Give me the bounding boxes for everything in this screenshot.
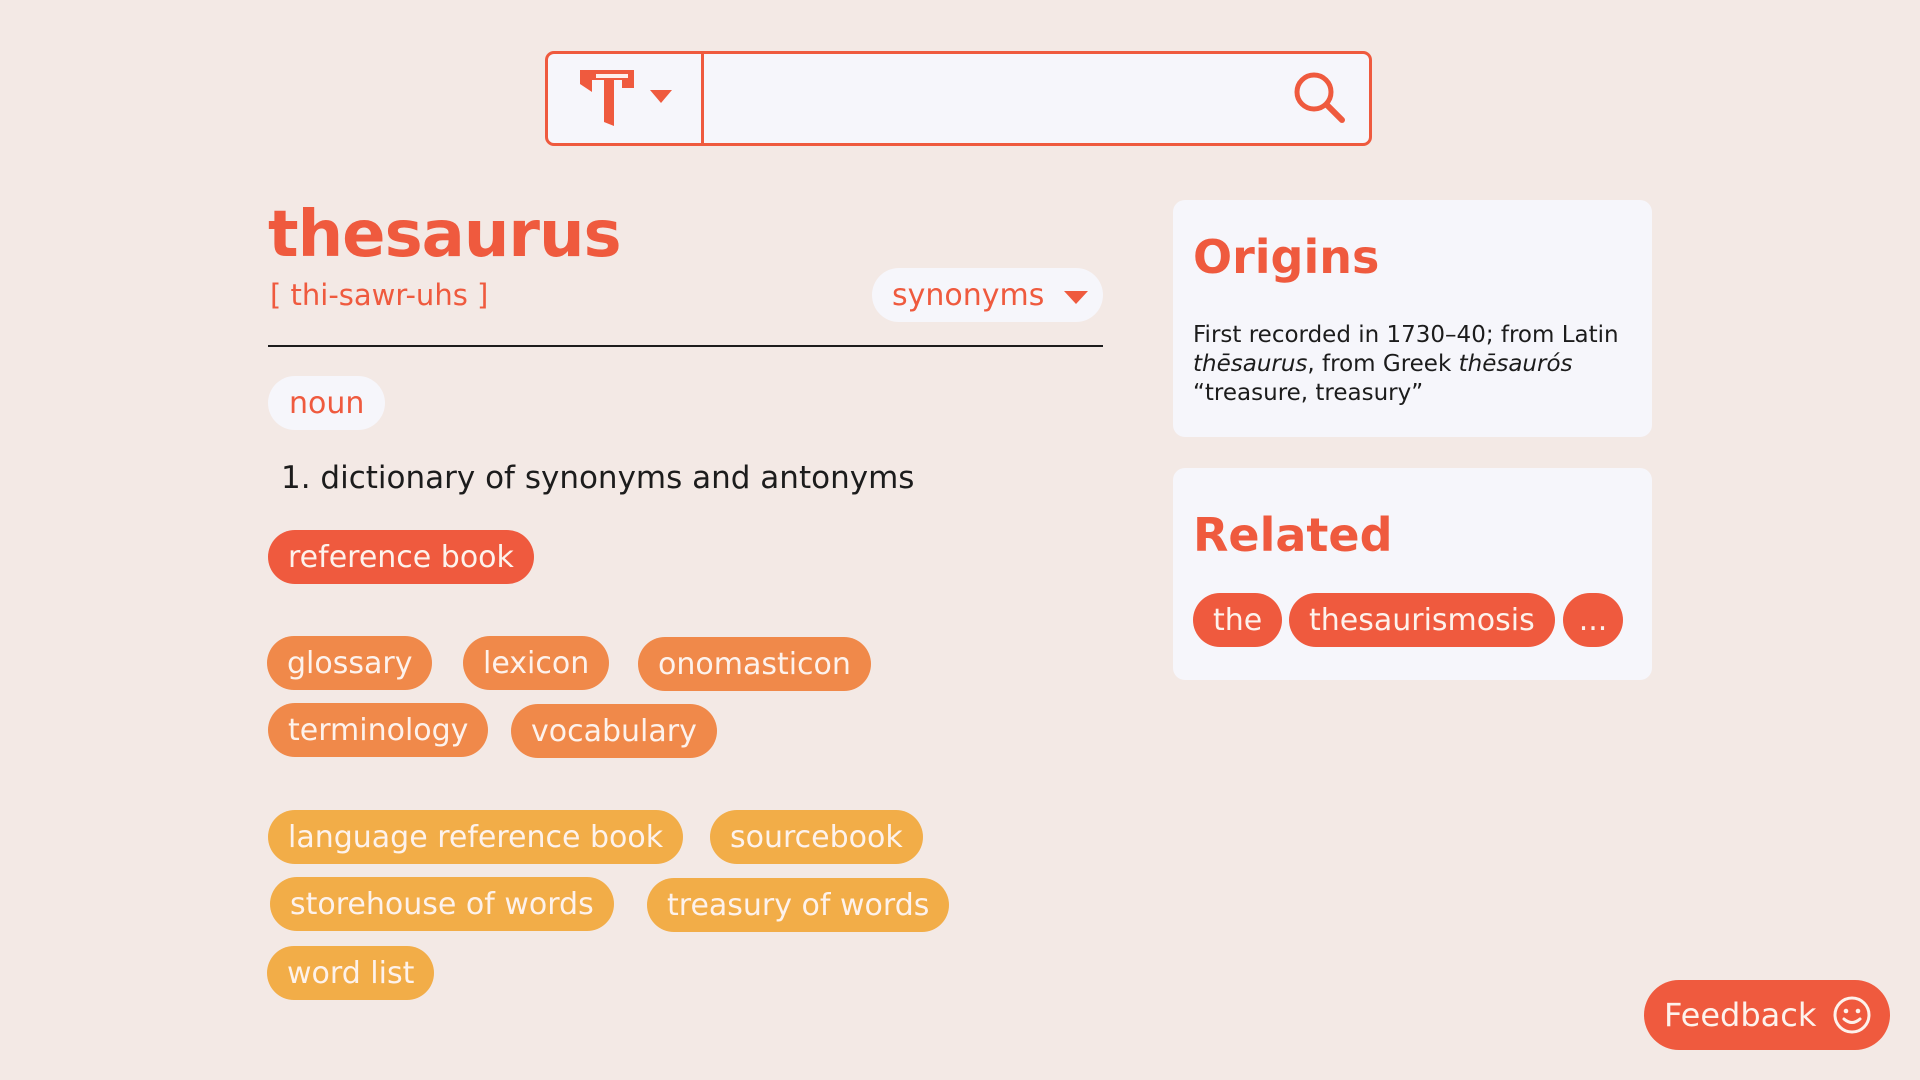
synonym-chip-weak[interactable]: sourcebook <box>710 810 923 864</box>
synonym-chip-weak[interactable]: language reference book <box>268 810 684 864</box>
t-logo-icon <box>578 66 636 132</box>
related-chip[interactable]: the <box>1193 593 1283 647</box>
search-bar <box>545 51 1372 146</box>
caret-down-icon <box>1064 278 1089 313</box>
headword: thesaurus <box>268 198 622 272</box>
related-chip[interactable]: thesaurismosis <box>1289 593 1555 647</box>
caret-down-icon <box>649 89 672 108</box>
related-card: Related the thesaurismosis ... <box>1173 468 1652 680</box>
search-button[interactable] <box>1269 54 1369 143</box>
synonym-chip-strong[interactable]: glossary <box>267 636 433 690</box>
origins-text-part: , from Greek <box>1307 351 1459 377</box>
view-selector-dropdown[interactable]: synonyms <box>872 268 1103 322</box>
definition: 1. dictionary of synonyms and antonyms <box>281 460 915 496</box>
search-input[interactable] <box>704 54 1269 143</box>
feedback-label: Feedback <box>1664 996 1817 1034</box>
feedback-button[interactable]: Feedback <box>1644 980 1890 1050</box>
synonym-chip-strong[interactable]: lexicon <box>463 636 610 690</box>
synonym-chip-strong[interactable]: onomasticon <box>638 637 871 691</box>
part-of-speech-badge: noun <box>268 376 386 430</box>
search-icon <box>1292 70 1346 128</box>
origins-latin-term: thēsaurus <box>1193 351 1308 377</box>
divider <box>268 345 1103 347</box>
origins-text: First recorded in 1730–40; from Latin th… <box>1193 321 1633 408</box>
synonym-chip-weak[interactable]: treasury of words <box>647 878 950 932</box>
origins-card: Origins First recorded in 1730–40; from … <box>1173 200 1652 437</box>
synonym-chip-strong[interactable]: terminology <box>268 703 489 757</box>
smiley-icon <box>1832 995 1872 1043</box>
synonym-chip-weak[interactable]: storehouse of words <box>270 877 614 931</box>
related-title: Related <box>1193 508 1393 562</box>
dictionary-selector[interactable] <box>548 54 704 143</box>
origins-text-part: “treasure, treasury” <box>1193 380 1424 406</box>
synonym-chip-weak[interactable]: word list <box>267 946 435 1000</box>
origins-greek-term: thēsaurós <box>1458 351 1573 377</box>
view-selector-label: synonyms <box>892 277 1045 313</box>
synonym-chip-strongest[interactable]: reference book <box>268 530 534 584</box>
related-more-button[interactable]: ... <box>1563 593 1623 647</box>
pronunciation: [ thi-sawr-uhs ] <box>270 278 489 312</box>
synonym-chip-strong[interactable]: vocabulary <box>511 704 717 758</box>
origins-title: Origins <box>1193 230 1380 284</box>
origins-text-part: First recorded in 1730–40; from Latin <box>1193 322 1619 348</box>
